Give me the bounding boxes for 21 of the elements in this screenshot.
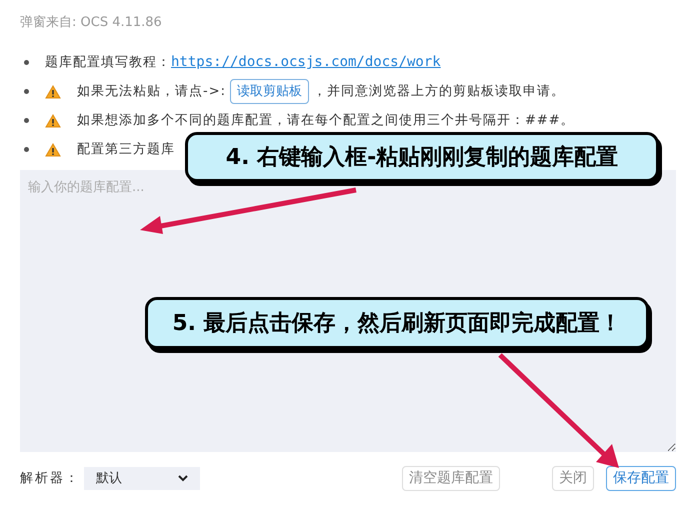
note-text: 如果无法粘贴，请点->: [77, 82, 226, 101]
warning-icon [45, 114, 61, 128]
dialog-button[interactable]: 保存配置 [606, 466, 676, 491]
docs-link[interactable]: https://docs.ocsjs.com/docs/work [171, 52, 441, 73]
warning-icon [45, 84, 61, 98]
bullet-icon [24, 60, 29, 65]
bullet-icon [24, 118, 29, 123]
parser-label: 解析器： [20, 470, 80, 488]
popup-source: 弹窗来自: OCS 4.11.86 [20, 14, 163, 32]
dialog-button[interactable]: 清空题库配置 [402, 466, 500, 491]
bullet-icon [24, 89, 29, 94]
chevron-down-icon [178, 475, 188, 482]
dialog-button[interactable]: 关闭 [552, 466, 594, 491]
note-text: 如果想添加多个不同的题库配置，请在每个配置之间使用三个井号隔开：###。 [77, 112, 575, 130]
read-clipboard-button[interactable]: 读取剪贴板 [230, 78, 309, 104]
bullet-icon [24, 147, 29, 152]
note-text: 题库配置填写教程： [45, 54, 171, 72]
note-text: ，并同意浏览器上方的剪贴板读取申请。 [312, 82, 565, 101]
note-text: 配置第三方题库 [77, 140, 175, 159]
warning-icon [45, 142, 61, 156]
parser-select[interactable]: 默认 [84, 467, 200, 490]
